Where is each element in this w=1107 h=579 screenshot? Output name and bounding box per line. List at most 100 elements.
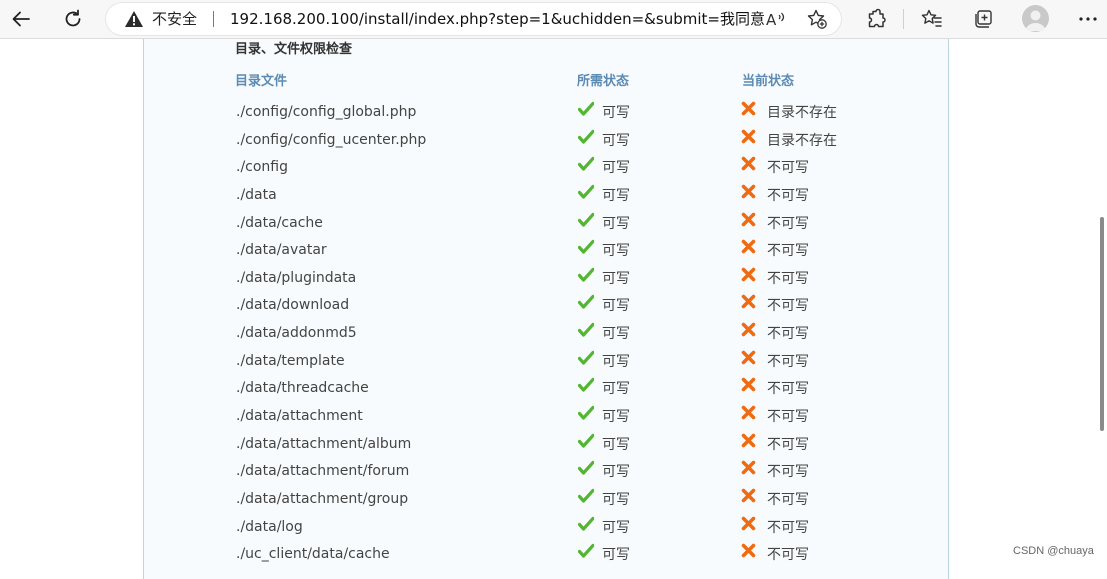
- checkmark-icon: [577, 433, 595, 449]
- permission-table: ./config/config_global.php 可写 目录不存在 ./confi…: [0, 100, 1107, 570]
- path-cell: ./data/template: [236, 352, 345, 369]
- table-row: ./data/cache 可写 不可写: [0, 211, 1107, 239]
- cross-icon: [741, 212, 756, 227]
- checkmark-icon: [577, 129, 595, 145]
- collections-icon[interactable]: [969, 5, 997, 33]
- checkmark-icon: [577, 322, 595, 338]
- toolbar-divider: [903, 9, 904, 29]
- path-cell: ./data/attachment/forum: [236, 463, 410, 480]
- checkmark-icon: [577, 239, 595, 255]
- svg-text:A: A: [766, 11, 777, 28]
- current-status-cell: 不可写: [767, 215, 809, 232]
- cross-icon: [741, 405, 756, 420]
- current-status-cell: 不可写: [767, 187, 809, 204]
- checkmark-icon: [577, 543, 595, 559]
- extensions-icon[interactable]: [862, 5, 890, 33]
- profile-avatar[interactable]: [1022, 5, 1049, 32]
- required-status-cell: 可写: [602, 326, 630, 343]
- path-cell: ./data/addonmd5: [236, 325, 357, 342]
- checkmark-icon: [577, 488, 595, 504]
- required-status-cell: 可写: [602, 132, 630, 149]
- cross-icon: [741, 516, 756, 531]
- cross-icon: [741, 322, 756, 337]
- path-cell: ./config/config_ucenter.php: [236, 131, 427, 148]
- path-cell: ./data/download: [236, 297, 350, 314]
- path-cell: ./data/cache: [236, 214, 323, 231]
- scrollbar-thumb[interactable]: [1100, 217, 1104, 431]
- favorites-icon[interactable]: [918, 5, 946, 33]
- more-icon[interactable]: [1074, 5, 1102, 33]
- table-row: ./data/download 可写 不可写: [0, 293, 1107, 321]
- cross-icon: [741, 156, 756, 171]
- required-status-cell: 可写: [602, 270, 630, 287]
- table-row: ./config/config_global.php 可写 目录不存在: [0, 100, 1107, 128]
- checkmark-icon: [577, 516, 595, 532]
- path-cell: ./data/plugindata: [236, 269, 357, 286]
- table-row: ./data 可写 不可写: [0, 183, 1107, 211]
- checkmark-icon: [577, 156, 595, 172]
- required-status-cell: 可写: [602, 519, 630, 536]
- cross-icon: [741, 239, 756, 254]
- table-row: ./data/avatar 可写 不可写: [0, 238, 1107, 266]
- current-status-cell: 不可写: [767, 270, 809, 287]
- current-status-cell: 不可写: [767, 491, 809, 508]
- required-status-cell: 可写: [602, 464, 630, 481]
- table-row: ./data/attachment/group 可写 不可写: [0, 487, 1107, 515]
- required-status-cell: 可写: [602, 187, 630, 204]
- checkmark-icon: [577, 267, 595, 283]
- table-row: ./data/plugindata 可写 不可写: [0, 266, 1107, 294]
- read-aloud-icon[interactable]: A: [766, 8, 788, 30]
- url-text[interactable]: 192.168.200.100/install/index.php?step=1…: [230, 8, 765, 30]
- path-cell: ./data/threadcache: [236, 380, 369, 397]
- checkmark-icon: [577, 184, 595, 200]
- cross-icon: [741, 294, 756, 309]
- required-status-cell: 可写: [602, 243, 630, 260]
- security-status-label[interactable]: 不安全: [152, 8, 197, 30]
- checkmark-icon: [577, 101, 595, 117]
- column-header-required: 所需状态: [577, 74, 630, 89]
- checkmark-icon: [577, 405, 595, 421]
- path-cell: ./config: [236, 159, 289, 176]
- back-icon[interactable]: [7, 5, 35, 33]
- checkmark-icon: [577, 212, 595, 228]
- refresh-icon[interactable]: [59, 5, 87, 33]
- watermark: CSDN @chuaya: [1013, 545, 1094, 557]
- path-cell: ./data/attachment/album: [236, 435, 412, 452]
- cross-icon: [741, 543, 756, 558]
- cross-icon: [741, 129, 756, 144]
- add-favorite-icon[interactable]: [806, 8, 828, 30]
- address-separator: [213, 11, 214, 27]
- required-status-cell: 可写: [602, 215, 630, 232]
- current-status-cell: 不可写: [767, 353, 809, 370]
- current-status-cell: 不可写: [767, 243, 809, 260]
- warning-icon[interactable]: [124, 10, 144, 32]
- cross-icon: [741, 460, 756, 475]
- required-status-cell: 可写: [602, 409, 630, 426]
- address-bar[interactable]: 不安全 192.168.200.100/install/index.php?st…: [106, 3, 841, 35]
- cross-icon: [741, 101, 756, 116]
- vertical-scrollbar[interactable]: [1097, 39, 1107, 566]
- current-status-cell: 不可写: [767, 547, 809, 564]
- required-status-cell: 可写: [602, 491, 630, 508]
- table-row: ./config 可写 不可写: [0, 155, 1107, 183]
- cross-icon: [741, 433, 756, 448]
- path-cell: ./data/avatar: [236, 242, 327, 259]
- path-cell: ./config/config_global.php: [236, 104, 417, 120]
- path-cell: ./uc_client/data/cache: [236, 546, 390, 563]
- current-status-cell: 不可写: [767, 436, 809, 453]
- table-row: ./data/attachment/forum 可写 不可写: [0, 459, 1107, 487]
- cross-icon: [741, 267, 756, 282]
- checkmark-icon: [577, 350, 595, 366]
- column-header-current: 当前状态: [742, 74, 795, 89]
- cross-icon: [741, 377, 756, 392]
- current-status-cell: 不可写: [767, 326, 809, 343]
- table-row: ./config/config_ucenter.php 可写 目录不存在: [0, 128, 1107, 156]
- section-title: 目录、文件权限检查: [235, 42, 353, 57]
- browser-toolbar: 不安全 192.168.200.100/install/index.php?st…: [0, 0, 1107, 39]
- required-status-cell: 可写: [602, 353, 630, 370]
- cross-icon: [741, 488, 756, 503]
- table-row: ./data/attachment/album 可写 不可写: [0, 432, 1107, 460]
- checkmark-icon: [577, 460, 595, 476]
- table-row: ./data/log 可写 不可写: [0, 515, 1107, 543]
- required-status-cell: 可写: [602, 436, 630, 453]
